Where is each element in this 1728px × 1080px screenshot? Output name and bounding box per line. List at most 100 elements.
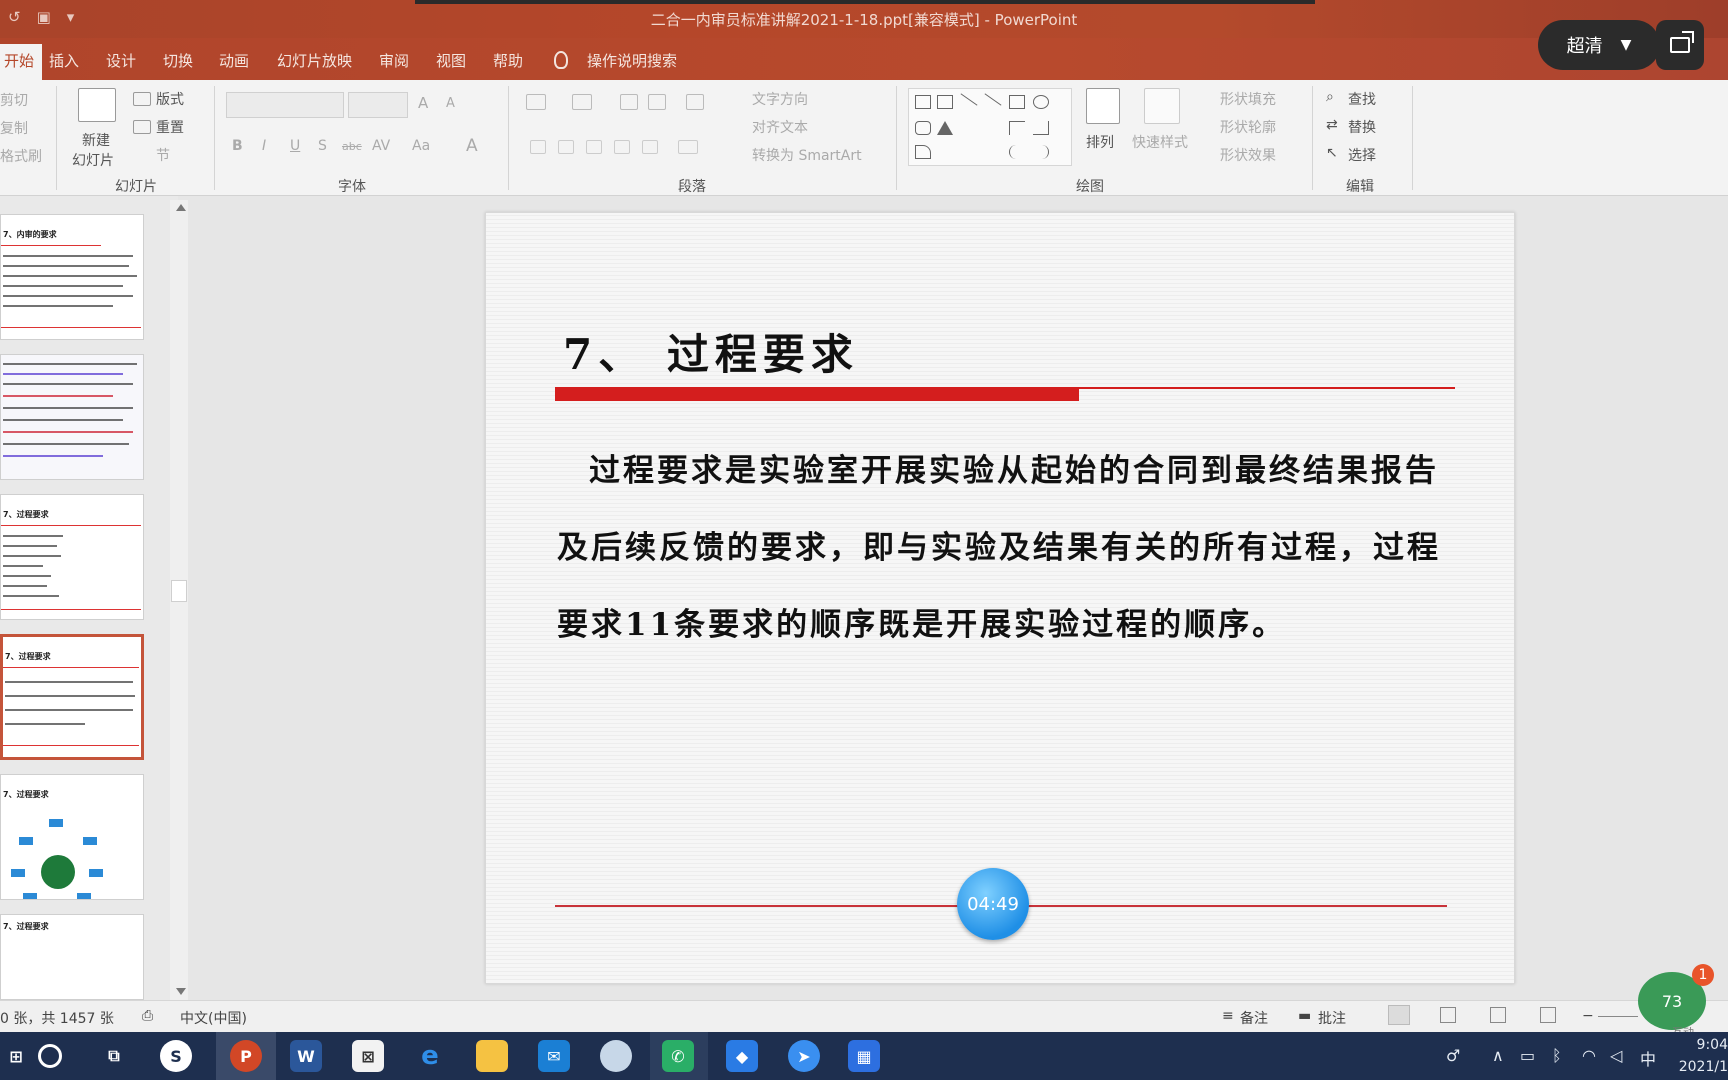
scrollbar-thumb[interactable] bbox=[171, 580, 187, 602]
wechat-icon[interactable]: ✆ bbox=[662, 1040, 694, 1072]
triangle-shape-icon[interactable] bbox=[937, 121, 953, 135]
new-slide-dropdown[interactable]: 幻灯片 bbox=[72, 150, 114, 170]
edge-icon[interactable]: e bbox=[414, 1040, 446, 1072]
paint-icon[interactable] bbox=[600, 1040, 632, 1072]
shapes-gallery[interactable] bbox=[908, 88, 1072, 166]
bluetooth-icon[interactable]: ᛒ bbox=[1552, 1046, 1562, 1065]
recording-timer[interactable]: 04:49 bbox=[957, 868, 1029, 940]
tab-design[interactable]: 设计 bbox=[106, 50, 136, 71]
italic-icon[interactable]: I bbox=[262, 138, 266, 154]
grow-font-button[interactable]: A bbox=[418, 94, 428, 112]
rounded-rect-shape-icon[interactable] bbox=[915, 121, 931, 135]
find-button[interactable]: 查找 bbox=[1348, 89, 1376, 109]
replace-button[interactable]: 替换 bbox=[1348, 117, 1376, 137]
app-blue-icon[interactable]: ◆ bbox=[726, 1040, 758, 1072]
slide-body-text[interactable]: 过程要求是实验室开展实验从起始的合同到最终结果报告及后续反馈的要求，即与实验及结… bbox=[557, 433, 1457, 664]
tab-help[interactable]: 帮助 bbox=[493, 50, 523, 71]
wifi-icon[interactable]: ◠ bbox=[1582, 1046, 1596, 1065]
slide-thumbnail-selected[interactable]: 7、过程要求 bbox=[0, 634, 144, 760]
copy-button[interactable]: 复制 bbox=[0, 118, 28, 138]
tell-me-search[interactable]: 操作说明搜索 bbox=[587, 50, 677, 71]
right-brace-shape-icon[interactable] bbox=[1033, 145, 1049, 159]
increase-indent-icon[interactable] bbox=[648, 94, 666, 110]
new-slide-icon[interactable] bbox=[78, 88, 116, 122]
vertical-textbox-shape-icon[interactable] bbox=[937, 95, 953, 109]
scroll-up-icon[interactable] bbox=[176, 204, 186, 211]
quick-styles-icon[interactable] bbox=[1144, 88, 1180, 124]
down-arrow-shape-icon[interactable] bbox=[1033, 121, 1049, 135]
volume-icon[interactable]: ◁ bbox=[1610, 1046, 1622, 1065]
strikethrough-icon[interactable]: abc bbox=[342, 140, 362, 153]
people-icon[interactable]: ♂ bbox=[1446, 1046, 1460, 1065]
justify-icon[interactable] bbox=[614, 140, 630, 154]
system-clock[interactable]: 9:04 2021/1 bbox=[1672, 1034, 1728, 1078]
new-slide-button[interactable]: 新建 bbox=[82, 130, 110, 150]
tab-animations[interactable]: 动画 bbox=[219, 50, 249, 71]
text-direction-button[interactable]: 文字方向 bbox=[752, 89, 808, 109]
battery-icon[interactable]: ▭ bbox=[1520, 1046, 1535, 1065]
numbering-icon[interactable] bbox=[572, 94, 592, 110]
scroll-down-icon[interactable] bbox=[176, 988, 186, 995]
columns-icon[interactable] bbox=[678, 140, 698, 154]
flowchart-shape-icon[interactable] bbox=[915, 145, 931, 159]
tab-transitions[interactable]: 切换 bbox=[163, 50, 193, 71]
line-spacing-icon[interactable] bbox=[686, 94, 704, 110]
font-size-combo[interactable] bbox=[348, 92, 408, 118]
tab-insert[interactable]: 插入 bbox=[49, 50, 79, 71]
slideshow-view-icon[interactable] bbox=[1540, 1007, 1556, 1023]
change-case-icon[interactable]: Aa bbox=[412, 138, 430, 154]
rectangle-shape-icon[interactable] bbox=[1009, 95, 1025, 109]
arrow-shape-icon[interactable] bbox=[984, 93, 1002, 106]
tray-expand-icon[interactable]: ∧ bbox=[1492, 1046, 1504, 1065]
tab-slideshow[interactable]: 幻灯片放映 bbox=[277, 50, 352, 71]
slide-sorter-icon[interactable] bbox=[1440, 1007, 1456, 1023]
align-text-button[interactable]: 对齐文本 bbox=[752, 117, 808, 137]
tab-review[interactable]: 审阅 bbox=[379, 50, 409, 71]
select-button[interactable]: 选择 bbox=[1348, 145, 1376, 165]
normal-view-icon[interactable] bbox=[1388, 1005, 1410, 1025]
layout-button[interactable]: 版式 bbox=[156, 89, 184, 109]
slide-thumbnail[interactable]: 7、过程要求 bbox=[0, 914, 144, 1000]
app-s-icon[interactable]: S bbox=[160, 1040, 192, 1072]
shape-outline-button[interactable]: 形状轮廓 bbox=[1220, 117, 1276, 137]
font-color-icon[interactable]: A bbox=[466, 136, 478, 156]
textbox-shape-icon[interactable] bbox=[915, 95, 931, 109]
task-view-icon[interactable]: ⧉ bbox=[98, 1040, 130, 1072]
feishu-icon[interactable]: ➤ bbox=[788, 1040, 820, 1072]
file-explorer-icon[interactable] bbox=[476, 1040, 508, 1072]
decrease-indent-icon[interactable] bbox=[620, 94, 638, 110]
store-icon[interactable]: ⊠ bbox=[352, 1040, 384, 1072]
cut-button[interactable]: 剪切 bbox=[0, 90, 28, 110]
align-right-icon[interactable] bbox=[586, 140, 602, 154]
align-left-icon[interactable] bbox=[530, 140, 546, 154]
align-center-icon[interactable] bbox=[558, 140, 574, 154]
arrange-icon[interactable] bbox=[1086, 88, 1120, 124]
shape-fill-button[interactable]: 形状填充 bbox=[1220, 89, 1276, 109]
slide-thumbnail[interactable]: 7、内审的要求 bbox=[0, 214, 144, 340]
spellcheck-icon[interactable]: ⎙ bbox=[142, 1008, 153, 1024]
calendar-icon[interactable]: ▦ bbox=[848, 1040, 880, 1072]
slide-thumbnail[interactable]: 7、过程要求 bbox=[0, 494, 144, 620]
format-painter-button[interactable]: 格式刷 bbox=[0, 146, 42, 166]
slide-thumbnail[interactable] bbox=[0, 354, 144, 480]
underline-icon[interactable]: U bbox=[290, 138, 300, 154]
shrink-font-button[interactable]: A bbox=[446, 96, 455, 111]
search-circle-icon[interactable] bbox=[38, 1044, 62, 1068]
oval-shape-icon[interactable] bbox=[1033, 95, 1049, 109]
powerpoint-icon[interactable]: P bbox=[230, 1040, 262, 1072]
convert-smartart-button[interactable]: 转换为 SmartArt bbox=[752, 145, 862, 165]
word-icon[interactable]: W bbox=[290, 1040, 322, 1072]
share-button[interactable] bbox=[1656, 20, 1704, 70]
line-shape-icon[interactable] bbox=[960, 93, 978, 106]
quick-styles-button[interactable]: 快速样式 bbox=[1132, 132, 1188, 152]
shadow-icon[interactable]: S bbox=[318, 138, 327, 154]
zoom-slider[interactable] bbox=[1598, 1016, 1638, 1017]
bullets-icon[interactable] bbox=[526, 94, 546, 110]
char-spacing-icon[interactable]: AV bbox=[372, 138, 390, 154]
tab-view[interactable]: 视图 bbox=[436, 50, 466, 71]
mail-icon[interactable]: ✉ bbox=[538, 1040, 570, 1072]
slide-title[interactable]: 7、 过程要求 bbox=[563, 321, 859, 382]
distributed-icon[interactable] bbox=[642, 140, 658, 154]
start-icon[interactable]: ⊞ bbox=[0, 1040, 32, 1072]
tab-home[interactable]: 开始 bbox=[0, 44, 43, 80]
